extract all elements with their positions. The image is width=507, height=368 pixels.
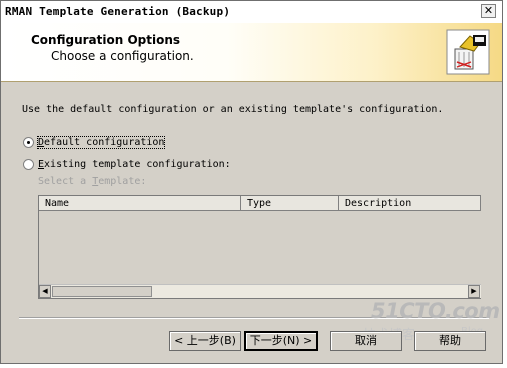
close-button[interactable]: ✕: [481, 4, 496, 18]
select-template-label: Select a Template:: [38, 176, 147, 187]
template-wizard-icon: [446, 29, 490, 75]
rman-dialog-window: RMAN Template Generation (Backup) ✕ Conf…: [0, 0, 503, 364]
arrow-left-icon: ◀: [42, 288, 48, 295]
close-icon: ✕: [483, 4, 494, 17]
template-table[interactable]: Name Type Description ◀ ▶: [38, 195, 481, 299]
wizard-header: Configuration Options Choose a configura…: [1, 23, 502, 82]
column-description[interactable]: Description: [339, 196, 481, 211]
default-configuration-label: Default configuration: [36, 136, 166, 149]
button-separator: [19, 317, 489, 319]
column-type[interactable]: Type: [241, 196, 339, 211]
existing-template-option[interactable]: Existing template configuration:: [23, 159, 231, 170]
horizontal-scrollbar[interactable]: ◀ ▶: [39, 284, 481, 298]
window-title: RMAN Template Generation (Backup): [5, 5, 231, 18]
scroll-thumb[interactable]: [52, 286, 152, 297]
existing-template-label: Existing template configuration:: [38, 159, 231, 170]
table-header: Name Type Description: [39, 196, 481, 212]
next-button[interactable]: 下一步(N) >: [244, 331, 318, 351]
instruction-text: Use the default configuration or an exis…: [22, 104, 444, 115]
arrow-right-icon: ▶: [471, 288, 477, 295]
page-subtitle: Choose a configuration.: [51, 49, 194, 63]
cancel-button[interactable]: 取消: [330, 331, 402, 351]
radio-unchecked-icon[interactable]: [23, 159, 34, 170]
scroll-left-button[interactable]: ◀: [39, 285, 51, 298]
watermark-site: 51CTO.com: [371, 299, 500, 323]
scroll-right-button[interactable]: ▶: [468, 285, 480, 298]
help-button[interactable]: 帮助: [414, 331, 486, 351]
column-name[interactable]: Name: [39, 196, 241, 211]
page-title: Configuration Options: [31, 33, 181, 47]
default-configuration-option[interactable]: Default configuration: [23, 136, 166, 149]
radio-checked-icon[interactable]: [23, 137, 34, 148]
back-button[interactable]: < 上一步(B): [169, 331, 241, 351]
title-bar[interactable]: RMAN Template Generation (Backup) ✕: [1, 1, 502, 24]
